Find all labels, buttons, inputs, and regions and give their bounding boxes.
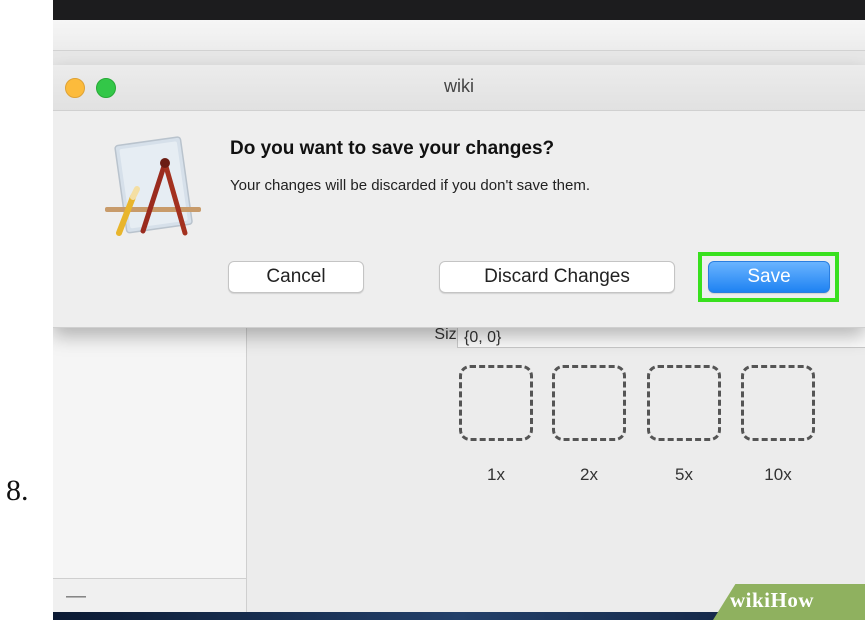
save-changes-dialog: wiki Do you want to save your changes? Y… <box>53 65 865 328</box>
screen-top-bar <box>53 0 865 20</box>
image-slot-2x[interactable] <box>552 365 626 441</box>
remove-item-button[interactable]: — <box>66 585 86 608</box>
slot-label-2x: 2x <box>580 465 598 484</box>
sidebar-footer: — <box>53 578 247 613</box>
step-number: 8. <box>6 474 29 507</box>
wikihow-watermark: wikiHow <box>730 588 815 612</box>
discard-changes-button[interactable]: Discard Changes <box>439 261 675 293</box>
image-slot-10x[interactable] <box>741 365 815 441</box>
cancel-button[interactable]: Cancel <box>228 261 364 293</box>
dialog-titlebar: wiki <box>53 65 865 111</box>
slot-label-1x: 1x <box>487 465 505 484</box>
slot-label-10x: 10x <box>764 465 792 484</box>
dialog-message: Your changes will be discarded if you do… <box>230 177 591 194</box>
slot-label-5x: 5x <box>675 465 693 484</box>
app-toolbar <box>53 20 865 51</box>
image-slot-1x[interactable] <box>459 365 533 441</box>
textedit-app-icon <box>105 136 201 236</box>
inspector-panel: Size: {0, 0} 1x 2x 5x 10x <box>247 320 865 620</box>
size-field[interactable]: {0, 0} <box>457 326 865 348</box>
screenshot: — Size: {0, 0} 1x 2x 5x 10x wikiHow wiki <box>53 0 865 620</box>
dialog-heading: Do you want to save your changes? <box>230 138 555 159</box>
window-title: wiki <box>444 76 474 96</box>
sidebar <box>53 320 247 580</box>
image-slot-5x[interactable] <box>647 365 721 441</box>
save-button[interactable]: Save <box>708 261 830 293</box>
